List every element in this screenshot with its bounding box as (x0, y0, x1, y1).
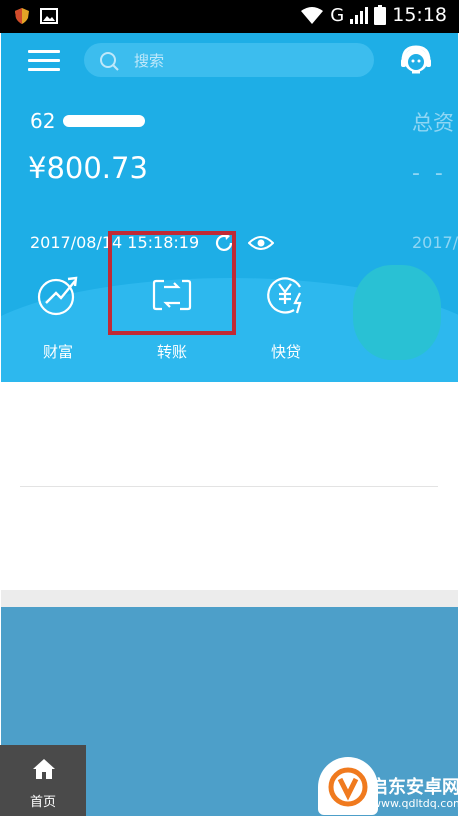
home-label: 首页 (29, 795, 56, 810)
home-tab[interactable]: 首页 (0, 745, 86, 816)
signal-icon (350, 7, 369, 24)
search-placeholder: 搜索 (134, 52, 165, 70)
site-watermark: 启东安卓网 www.qdltdq.com (318, 757, 459, 815)
home-icon (33, 759, 55, 779)
status-time: 15:18 (392, 4, 447, 26)
menu-button[interactable] (28, 50, 60, 72)
wealth-button[interactable]: 财富 (23, 273, 93, 361)
shield-icon (15, 8, 29, 24)
transfer-label: 转账 (156, 343, 187, 361)
customer-service-icon[interactable] (398, 43, 434, 79)
account-number: 62 (30, 109, 56, 133)
content-divider (20, 486, 438, 487)
account-number-mask (63, 115, 145, 127)
quick-loan-icon (267, 277, 302, 314)
total-assets-label: 总资 (412, 111, 454, 135)
watermark-url: www.qdltdq.com (372, 797, 459, 810)
quick-loan-button[interactable]: 快贷 (251, 273, 321, 361)
wealth-growth-icon (37, 276, 78, 316)
account-balance: ¥800.73 (28, 151, 148, 185)
total-assets-value: - - - (412, 161, 458, 186)
secondary-date: 2017/ (412, 233, 458, 252)
eye-icon[interactable] (248, 234, 274, 252)
search-icon (100, 52, 119, 71)
watermark-title: 启东安卓网 (370, 777, 459, 798)
quick-loan-label: 快贷 (270, 343, 301, 361)
wealth-label: 财富 (42, 343, 73, 361)
hamburger-icon (28, 50, 60, 53)
obscured-action-patch (353, 265, 441, 360)
network-type: G (330, 4, 345, 26)
battery-icon (374, 5, 387, 25)
search-input[interactable]: 搜索 (84, 43, 374, 77)
status-bar: G 15:18 (0, 0, 459, 33)
image-notification-icon (40, 8, 58, 24)
watermark-logo (318, 757, 378, 815)
wifi-icon (301, 7, 324, 24)
transfer-highlight-box (108, 231, 236, 335)
